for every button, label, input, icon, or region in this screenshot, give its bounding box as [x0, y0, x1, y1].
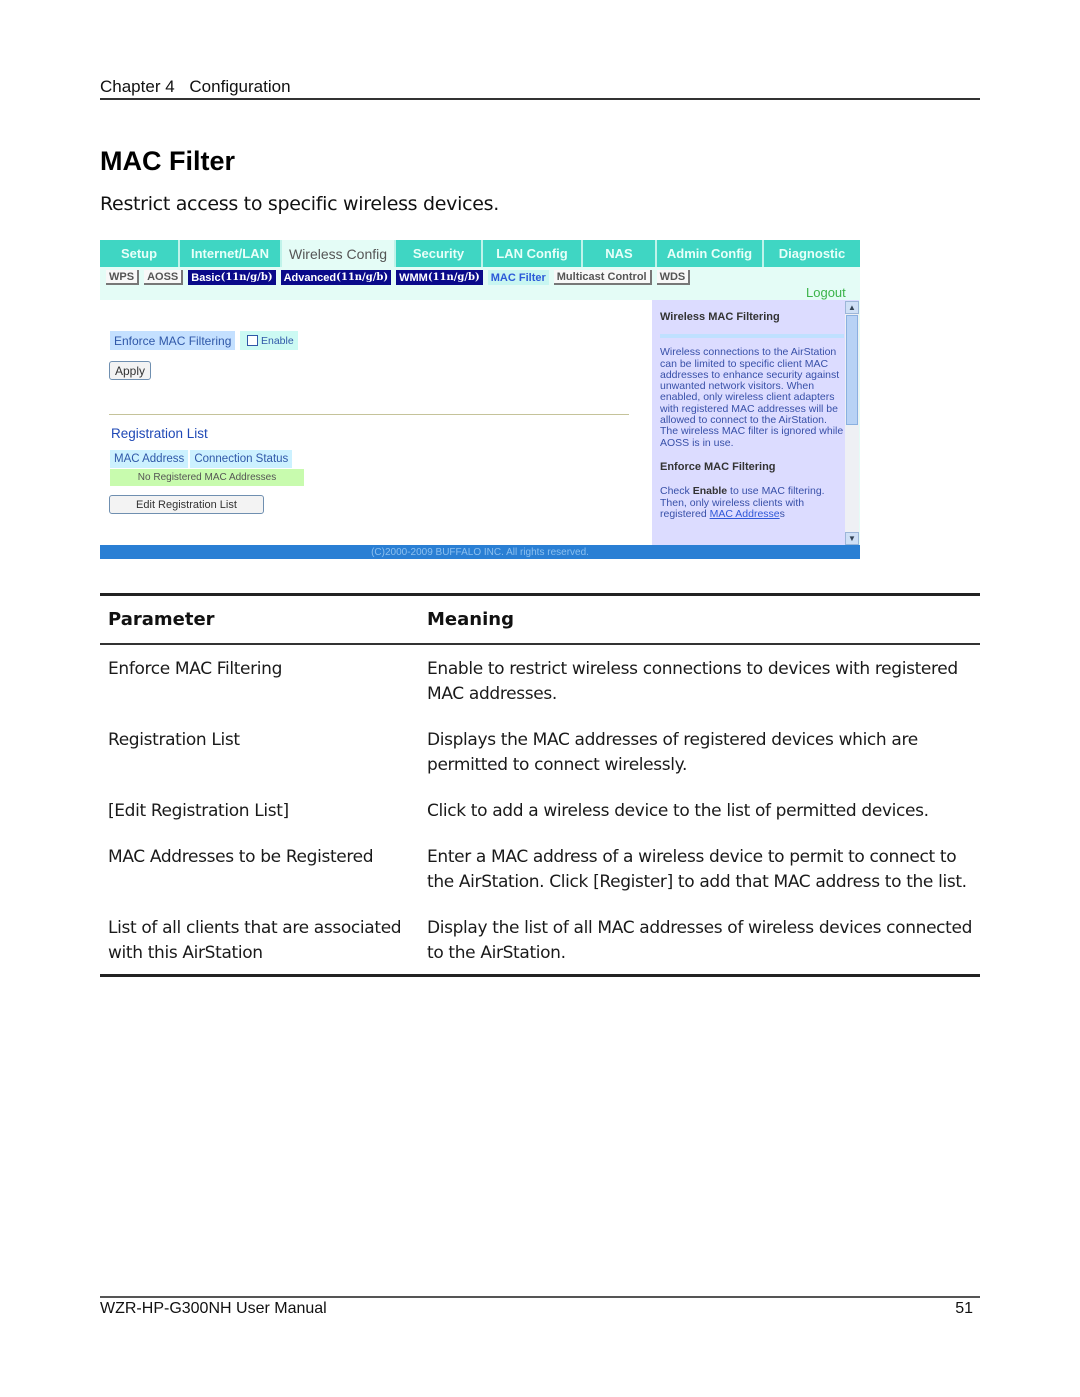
table-row: Registration List Displays the MAC addre…	[100, 728, 980, 778]
row-meaning: Click to add a wireless device to the li…	[427, 801, 929, 821]
settings-panel: Enforce MAC Filtering Enable Apply Regis…	[100, 300, 652, 545]
sub-tab-basic[interactable]: Basic (11n/g/b)	[188, 270, 276, 285]
nav-tab-internet-lan[interactable]: Internet/LAN	[180, 240, 282, 267]
nav-tab-lan-config[interactable]: LAN Config	[483, 240, 583, 267]
manual-title: WZR-HP-G300NH User Manual	[100, 1300, 327, 1317]
row-parameter: Registration List	[108, 730, 240, 750]
mac-addresses-link[interactable]: MAC Addresse	[710, 508, 780, 520]
row-meaning: Displays the MAC addresses of registered…	[427, 730, 918, 775]
header-parameter: Parameter	[108, 609, 215, 630]
enable-checkbox[interactable]	[247, 335, 258, 346]
chapter-title: Configuration	[189, 77, 291, 96]
registration-empty-row: No Registered MAC Addresses	[110, 469, 304, 486]
nav-tab-label: LAN Config	[496, 246, 568, 261]
sub-tab-mac-filter[interactable]: MAC Filter	[487, 270, 549, 285]
enforce-mac-filtering-label: Enforce MAC Filtering	[110, 331, 236, 350]
table-header: Parameter Meaning	[100, 596, 980, 643]
nav-tab-label: Setup	[120, 246, 158, 261]
parameter-table: Parameter Meaning Enforce MAC Filtering …	[100, 593, 980, 977]
row-meaning: Enter a MAC address of a wireless device…	[427, 847, 967, 892]
sub-tab-advanced[interactable]: Advanced (11n/g/b)	[280, 270, 392, 285]
sub-tab-label: Multicast Control	[556, 270, 647, 283]
nav-tab-label: Security	[412, 246, 465, 261]
footer-rule	[100, 1296, 980, 1298]
row-parameter: [Edit Registration List]	[108, 801, 289, 821]
router-screenshot: Setup Internet/LAN Wireless Config Secur…	[100, 240, 860, 559]
apply-button[interactable]: Apply	[109, 361, 152, 380]
section-divider	[109, 414, 629, 415]
sub-tab-label: MAC Filter	[490, 271, 546, 284]
registration-list-title: Registration List	[111, 426, 208, 441]
help-text: s	[779, 507, 785, 520]
help-divider	[660, 334, 844, 339]
table-bottom-rule	[100, 974, 980, 977]
scroll-up-arrow-icon[interactable]: ▲	[845, 301, 859, 314]
nav-tab-label: Diagnostic	[778, 246, 846, 261]
column-connection-status: Connection Status	[190, 450, 293, 468]
row-meaning: Enable to restrict wireless connections …	[427, 659, 958, 704]
copyright-bar: (C)2000-2009 BUFFALO INC. All rights res…	[100, 545, 860, 559]
header-meaning: Meaning	[427, 609, 514, 630]
chapter-number: Chapter 4	[100, 77, 175, 96]
sub-nav: WPS AOSS Basic (11n/g/b) Advanced (11n/g/b…	[106, 270, 691, 286]
help-paragraph-enforce: Check Enable to use MAC filtering. Then,…	[660, 486, 844, 520]
enable-cell: Enable	[240, 331, 298, 350]
registration-table: MAC Address Connection Status No Registe…	[110, 450, 304, 486]
logout-link[interactable]: Logout	[806, 285, 846, 300]
header-rule	[100, 98, 980, 100]
page-title: MAC Filter	[100, 146, 235, 176]
sub-tab-wmm[interactable]: WMM (11n/g/b)	[396, 270, 483, 285]
sub-tab-label: Advanced	[283, 271, 337, 284]
table-row: Enforce MAC Filtering Enable to restrict…	[100, 657, 980, 707]
sub-tab-wds[interactable]: WDS	[656, 270, 691, 285]
page-subtitle: Restrict access to specific wireless dev…	[100, 193, 499, 215]
help-scrollbar[interactable]: ▲ ▼	[845, 301, 859, 545]
nav-tab-label: Wireless Config	[288, 245, 388, 262]
row-parameter: MAC Addresses to be Registered	[108, 847, 374, 867]
help-heading-wireless-mac-filtering: Wireless MAC Filtering	[660, 311, 780, 323]
nav-tab-setup[interactable]: Setup	[100, 240, 180, 267]
nav-tab-label: Internet/LAN	[191, 246, 269, 261]
help-panel: Wireless MAC Filtering Wireless connecti…	[652, 300, 859, 545]
edit-registration-list-button[interactable]: Edit Registration List	[109, 495, 264, 514]
row-parameter: Enforce MAC Filtering	[108, 659, 283, 679]
help-text: Check	[660, 485, 693, 498]
sub-tab-label: Basic	[191, 271, 221, 284]
sub-tab-label: WDS	[659, 270, 686, 283]
nav-tab-admin-config[interactable]: Admin Config	[657, 240, 764, 267]
table-row: [Edit Registration List] Click to add a …	[100, 799, 980, 824]
sub-tab-aoss[interactable]: AOSS	[144, 270, 184, 285]
nav-tab-label: NAS	[605, 246, 633, 261]
sub-tab-label: WPS	[109, 270, 135, 283]
sub-tab-suffix: (11n/g/b)	[427, 272, 480, 283]
enable-label: Enable	[261, 334, 294, 347]
help-heading-enforce-mac-filtering: Enforce MAC Filtering	[660, 460, 776, 473]
nav-tab-nas[interactable]: NAS	[583, 240, 657, 267]
sub-tab-label: AOSS	[147, 270, 179, 283]
sub-tab-suffix: (11n/g/b)	[336, 272, 389, 283]
sub-tab-multicast-control[interactable]: Multicast Control	[553, 270, 652, 285]
nav-tab-diagnostic[interactable]: Diagnostic	[764, 240, 860, 267]
scroll-down-arrow-icon[interactable]: ▼	[845, 532, 859, 545]
help-bold-text: Enable	[692, 485, 728, 498]
main-nav: Setup Internet/LAN Wireless Config Secur…	[100, 240, 860, 267]
column-mac-address: MAC Address	[110, 450, 189, 468]
nav-tab-label: Admin Config	[666, 246, 753, 261]
row-meaning: Display the list of all MAC addresses of…	[427, 918, 973, 963]
row-parameter: List of all clients that are associated …	[108, 918, 402, 963]
table-row: MAC Addresses to be Registered Enter a M…	[100, 845, 980, 895]
nav-tab-security[interactable]: Security	[396, 240, 483, 267]
table-row: List of all clients that are associated …	[100, 916, 980, 966]
registration-table-header: MAC Address Connection Status	[110, 450, 304, 468]
sub-tab-label: WMM	[399, 271, 428, 284]
sub-tab-wps[interactable]: WPS	[106, 270, 140, 285]
table-header-rule	[100, 643, 980, 645]
scroll-thumb[interactable]	[846, 315, 858, 425]
sub-tab-suffix: (11n/g/b)	[220, 272, 273, 283]
chapter-header: Chapter 4 Configuration	[100, 77, 291, 97]
help-paragraph: Wireless connections to the AirStation c…	[660, 346, 844, 449]
nav-tab-wireless-config[interactable]: Wireless Config	[282, 240, 396, 267]
page-number: 51	[955, 1300, 973, 1317]
